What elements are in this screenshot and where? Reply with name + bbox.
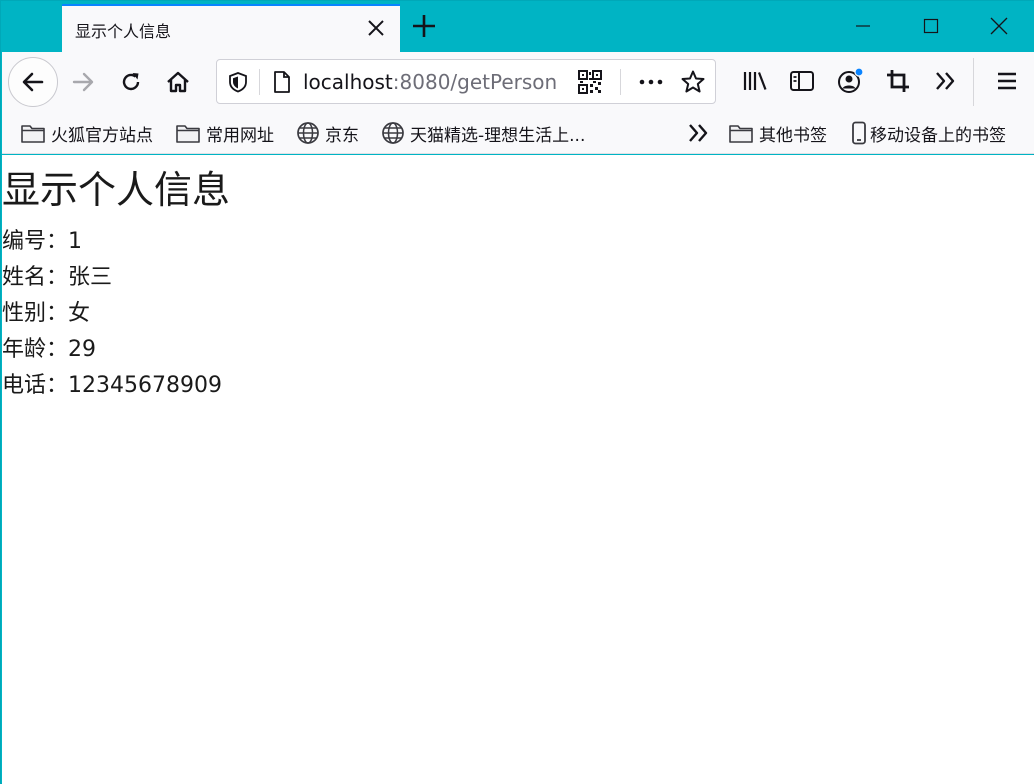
- field-label: 性别：: [2, 301, 69, 326]
- folder-icon: [729, 125, 753, 143]
- qr-code-icon[interactable]: [578, 70, 602, 94]
- bookmark-folder-common[interactable]: 常用网址: [175, 121, 274, 146]
- tab-active[interactable]: 显示个人信息: [62, 4, 400, 52]
- url-divider-2: [620, 69, 621, 95]
- field-value: 1: [68, 229, 83, 254]
- field-label: 年龄：: [2, 337, 69, 362]
- bookmark-folder-other[interactable]: 其他书签: [728, 121, 827, 146]
- bookmark-tmall[interactable]: 天猫精选-理想生活上...: [381, 121, 586, 146]
- info-row-name: 姓名：张三: [2, 259, 112, 291]
- url-text[interactable]: localhost:8080/getPerson: [303, 70, 557, 94]
- field-value: 12345678909: [68, 373, 222, 398]
- toolbar-divider: [973, 58, 974, 106]
- field-value: 张三: [68, 265, 113, 290]
- page-icon[interactable]: [272, 70, 292, 94]
- info-row-id: 编号：1: [2, 223, 82, 255]
- page-title: 显示个人信息: [2, 168, 231, 212]
- field-label: 编号：: [2, 229, 69, 254]
- globe-icon: [382, 122, 404, 144]
- field-value: 29: [68, 337, 97, 362]
- field-label: 姓名：: [2, 265, 69, 290]
- info-row-gender: 性别：女: [2, 295, 90, 327]
- bookmark-label: 其他书签: [759, 125, 827, 146]
- bookmarks-overflow-chevron-icon[interactable]: [687, 121, 716, 145]
- page-actions-more-icon[interactable]: [637, 70, 665, 94]
- tab-close-icon[interactable]: [366, 18, 386, 38]
- field-label: 电话：: [2, 373, 69, 398]
- bookmark-folder-mobile[interactable]: 移动设备上的书签: [851, 121, 1006, 146]
- info-row-phone: 电话：12345678909: [2, 367, 222, 399]
- title-bar: 显示个人信息: [1, 1, 1034, 52]
- hamburger-menu-icon[interactable]: [992, 66, 1022, 96]
- field-value: 女: [68, 301, 91, 326]
- bookmark-star-icon[interactable]: [680, 69, 706, 95]
- minimize-icon[interactable]: [829, 1, 897, 51]
- bookmark-label: 移动设备上的书签: [870, 125, 1006, 146]
- reload-icon[interactable]: [112, 63, 150, 101]
- folder-icon: [21, 125, 45, 143]
- sidebar-icon[interactable]: [787, 66, 817, 96]
- url-divider: [259, 69, 260, 95]
- bookmark-label: 火狐官方站点: [51, 125, 153, 146]
- back-arrow-icon[interactable]: [8, 57, 58, 107]
- url-host: localhost: [303, 70, 393, 94]
- bookmark-folder-firefox[interactable]: 火狐官方站点: [20, 121, 153, 146]
- info-row-age: 年龄：29: [2, 331, 96, 363]
- new-tab-icon[interactable]: [409, 11, 439, 41]
- overflow-chevron-icon[interactable]: [931, 66, 961, 96]
- account-icon[interactable]: [835, 66, 865, 96]
- window-close-icon[interactable]: [965, 1, 1033, 51]
- bookmarks-toolbar: 火狐官方站点 常用网址 京东 天猫精选-理想生活上... 其他书签 移动设备上的…: [2, 112, 1034, 154]
- globe-icon: [297, 122, 319, 144]
- maximize-icon[interactable]: [897, 1, 965, 51]
- navigation-toolbar: localhost:8080/getPerson: [2, 52, 1034, 112]
- page-content: 显示个人信息 编号：1 姓名：张三 性别：女 年龄：29 电话：12345678…: [2, 155, 1034, 784]
- bookmark-label: 京东: [325, 125, 359, 146]
- mobile-icon: [852, 121, 866, 145]
- url-path: :8080/getPerson: [392, 70, 558, 94]
- crop-icon[interactable]: [883, 66, 913, 96]
- forward-arrow-icon[interactable]: [64, 63, 102, 101]
- home-icon[interactable]: [159, 63, 197, 101]
- url-bar[interactable]: localhost:8080/getPerson: [216, 59, 716, 104]
- bookmark-label: 常用网址: [206, 125, 274, 146]
- browser-window: 显示个人信息 localhost:8080/getPerson 火狐官方站点 常…: [0, 0, 1034, 784]
- bookmark-label: 天猫精选-理想生活上...: [410, 125, 586, 146]
- tab-title: 显示个人信息: [75, 22, 172, 41]
- folder-icon: [176, 125, 200, 143]
- library-icon[interactable]: [740, 66, 770, 96]
- bookmark-jd[interactable]: 京东: [296, 121, 359, 146]
- shield-icon[interactable]: [227, 71, 249, 93]
